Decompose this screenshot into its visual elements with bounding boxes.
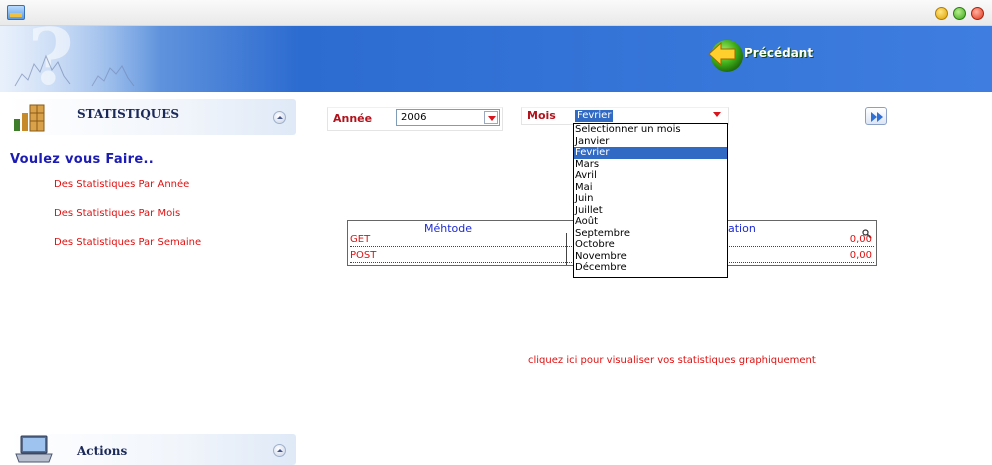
statistics-header-title: STATISTIQUES [77,107,180,121]
banner-graphic: ? [0,26,160,92]
month-option[interactable]: Octobre [574,239,727,251]
sidebar: STATISTIQUES Voulez vous Faire.. Des Sta… [0,92,303,465]
month-option[interactable]: Novembre [574,251,727,263]
year-select[interactable]: 2006 [396,109,500,126]
fast-forward-icon [871,112,883,122]
month-option[interactable]: Janvier [574,136,727,148]
table-row-method: POST [350,250,377,261]
month-option[interactable]: Septembre [574,228,727,240]
close-icon[interactable] [971,7,984,20]
previous-button[interactable] [705,34,745,74]
month-option[interactable]: Mai [574,182,727,194]
column-divider [566,233,567,265]
actions-header-title: Actions [77,444,128,458]
column-header-duration[interactable]: ation [728,222,756,235]
collapse-icon[interactable] [273,111,286,124]
previous-label[interactable]: Précédant [744,46,813,60]
month-option[interactable]: Décembre [574,262,727,274]
search-icon[interactable] [862,224,872,239]
table-row-value: 0,00 [849,250,872,261]
app-window: ? Précédant STATISTIQUES Voulez vous Fai… [0,0,992,465]
month-value: Fevrier [575,110,614,122]
header-banner: ? Précédant [0,26,992,92]
month-option[interactable]: Juillet [574,205,727,217]
minimize-icon[interactable] [935,7,948,20]
month-select[interactable]: Fevrier [573,108,728,123]
link-stats-by-year[interactable]: Des Statistiques Par Année [54,179,189,190]
month-option-selected[interactable]: Fevrier [574,147,727,159]
link-stats-by-week[interactable]: Des Statistiques Par Semaine [54,237,201,248]
app-icon[interactable] [7,5,25,20]
dropdown-arrow-icon[interactable] [713,112,721,117]
svg-text:?: ? [28,26,74,92]
statistics-icon [12,101,52,133]
question-heading: Voulez vous Faire.. [10,152,154,167]
statistics-panel-header[interactable]: STATISTIQUES [9,99,296,135]
month-option[interactable]: Août [574,216,727,228]
collapse-icon[interactable] [273,444,286,457]
table-row-value: 0,00 [849,234,872,245]
month-option[interactable]: Juin [574,193,727,205]
link-stats-by-month[interactable]: Des Statistiques Par Mois [54,208,180,219]
year-label: Année [333,112,373,125]
maximize-icon[interactable] [953,7,966,20]
back-arrow-icon [705,34,745,74]
month-label: Mois [527,109,556,122]
laptop-icon [13,434,55,464]
year-value: 2006 [401,112,427,123]
column-header-method[interactable]: Méhtode [424,222,472,235]
table-row-method: GET [350,234,371,245]
month-option[interactable]: Mars [574,159,727,171]
month-option[interactable]: Selectionner un mois [574,124,727,136]
next-button[interactable] [865,107,887,125]
actions-panel-header[interactable]: Actions [9,434,296,465]
graph-view-link[interactable]: cliquez ici pour visualiser vos statisti… [528,355,816,366]
month-option[interactable]: Avril [574,170,727,182]
month-dropdown-list[interactable]: Selectionner un mois Janvier Fevrier Mar… [573,123,728,278]
dropdown-arrow-icon[interactable] [484,111,498,124]
title-bar [0,0,992,26]
